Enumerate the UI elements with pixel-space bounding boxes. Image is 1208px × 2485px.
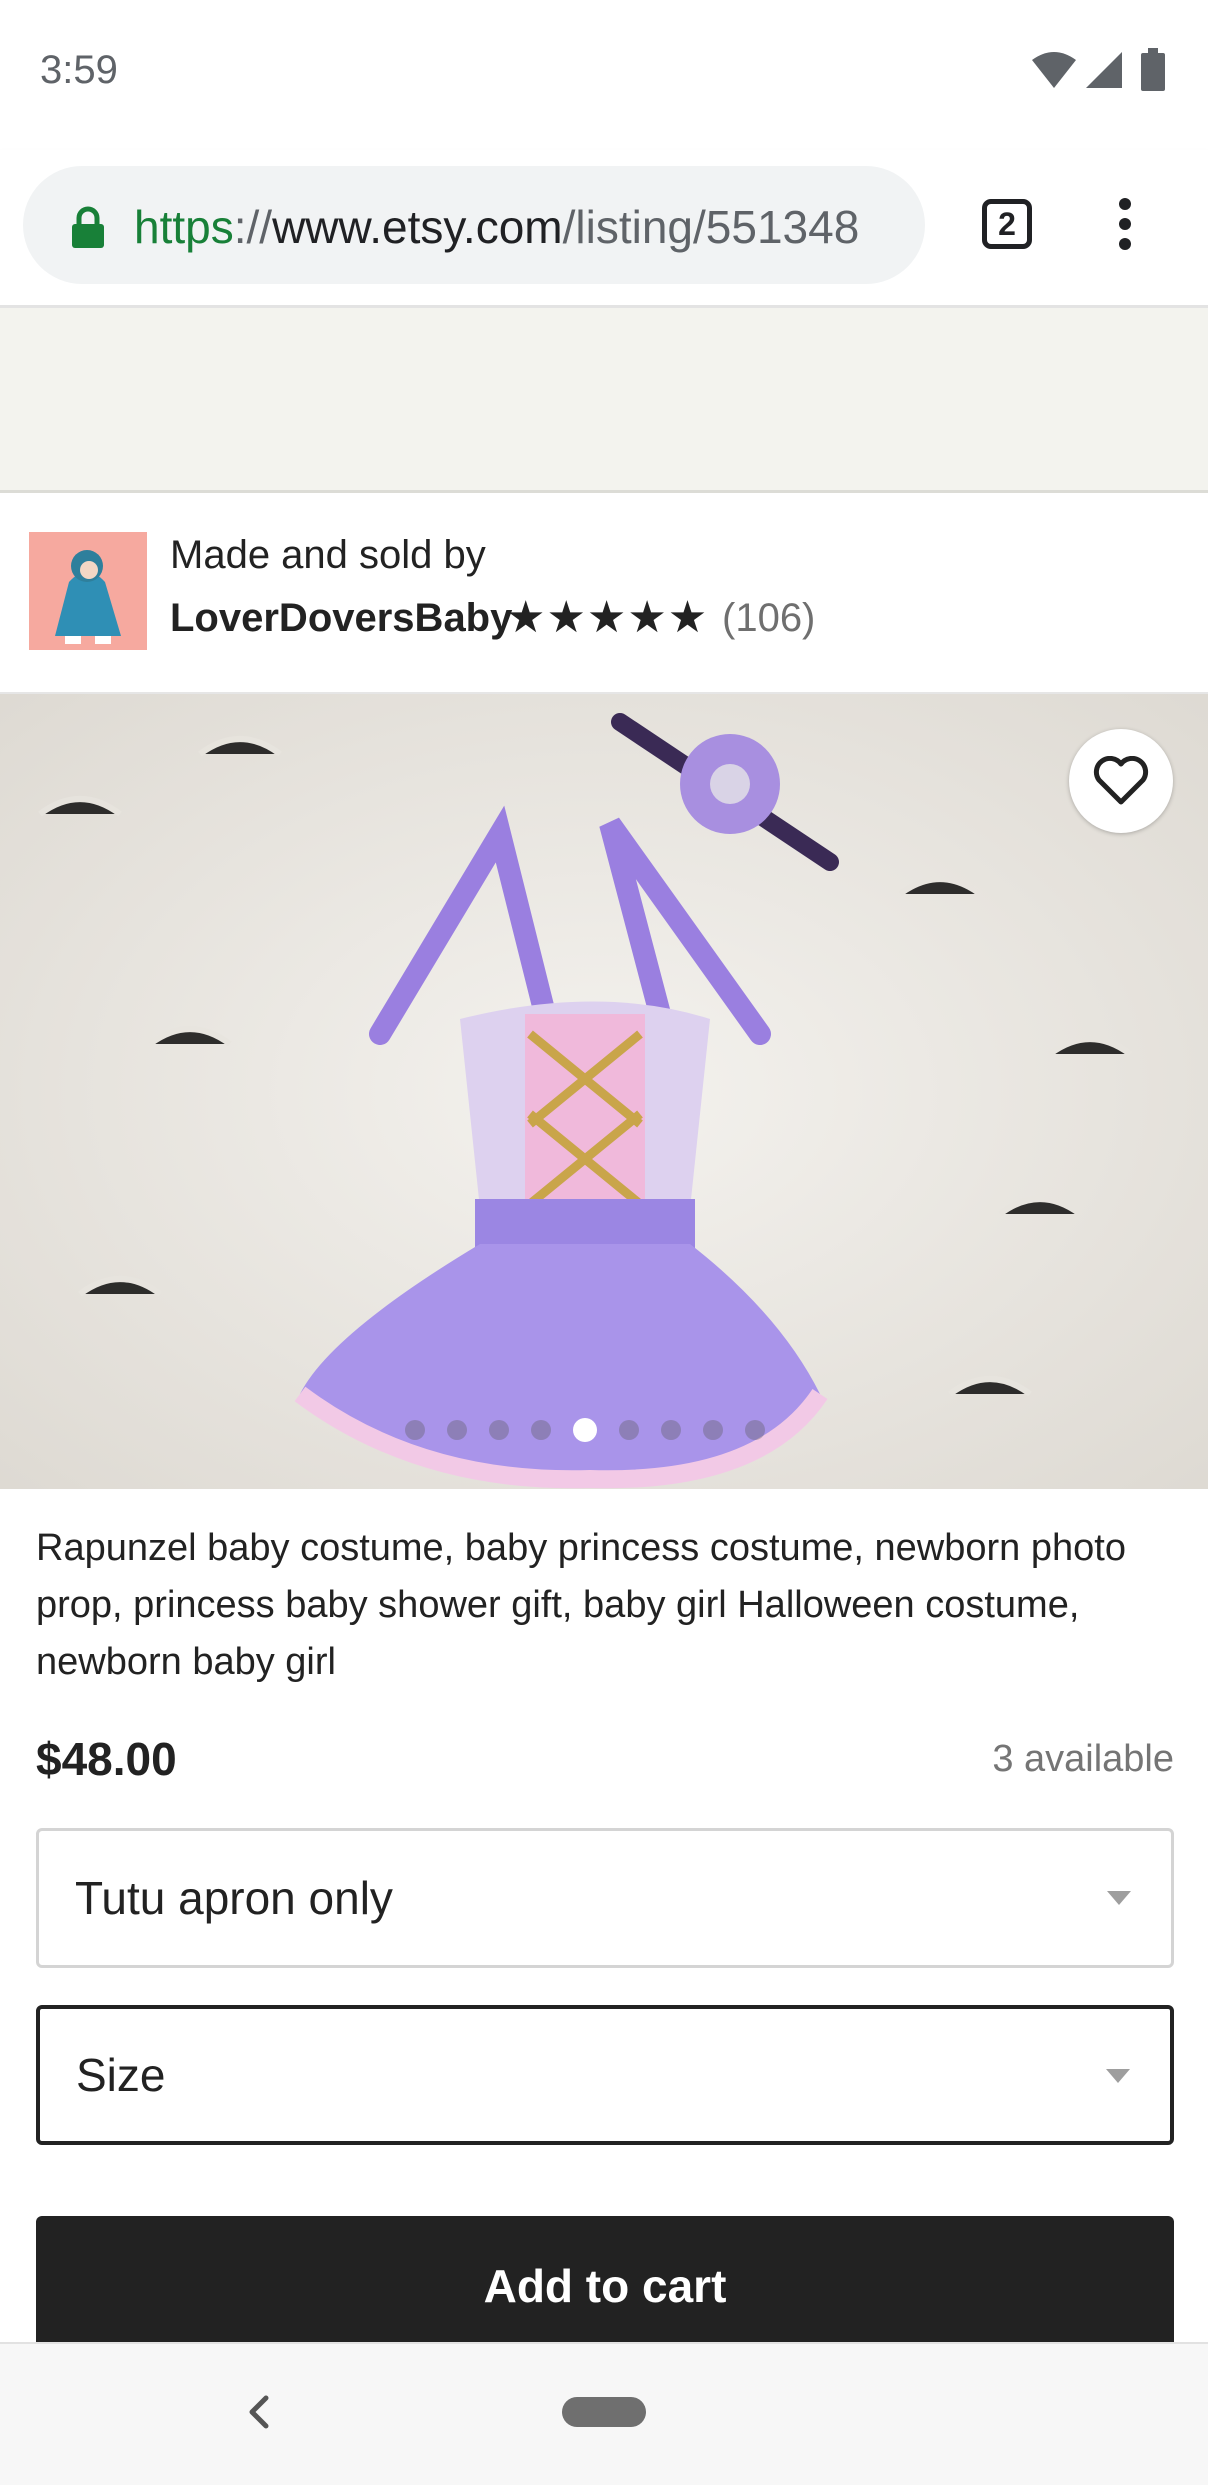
url-host: www.etsy.com [272, 201, 563, 253]
chevron-down-icon [1107, 1891, 1131, 1905]
carousel-dot[interactable] [745, 1420, 765, 1440]
carousel-dot[interactable] [619, 1420, 639, 1440]
carousel-dot[interactable] [447, 1420, 467, 1440]
carousel-dot[interactable] [405, 1420, 425, 1440]
heart-icon [1093, 756, 1149, 805]
carousel-dots[interactable] [405, 1418, 805, 1442]
carousel-dot-active[interactable] [573, 1418, 597, 1442]
top-banner [0, 308, 1208, 493]
chevron-down-icon [1106, 2069, 1130, 2083]
back-icon[interactable] [240, 2392, 280, 2432]
carousel-dot[interactable] [531, 1420, 551, 1440]
shop-name-link[interactable]: LoverDoversBaby [170, 596, 512, 641]
home-button[interactable] [562, 2397, 646, 2427]
status-time: 3:59 [40, 48, 118, 92]
status-bar [0, 0, 1208, 150]
variation-select[interactable]: Tutu apron only [36, 1828, 1174, 1968]
lock-icon [72, 206, 104, 248]
size-select-value: Size [76, 2049, 166, 2101]
shop-avatar[interactable] [29, 532, 147, 650]
wifi-icon [1032, 52, 1076, 88]
signal-icon [1086, 52, 1122, 88]
url-separator: :// [233, 201, 273, 253]
carousel-dot[interactable] [489, 1420, 509, 1440]
listing-title: Rapunzel baby costume, baby princess cos… [36, 1527, 1126, 1683]
review-count[interactable]: (106) [722, 596, 815, 641]
tab-switcher-button[interactable]: 2 [982, 199, 1032, 249]
menu-icon[interactable] [1110, 196, 1140, 252]
carousel-dot[interactable] [661, 1420, 681, 1440]
made-by-label: Made and sold by [170, 533, 486, 577]
carousel-dot[interactable] [703, 1420, 723, 1440]
add-to-cart-button[interactable]: Add to cart [36, 2216, 1174, 2344]
url-text[interactable]: https://www.etsy.com/listing/551348 [134, 199, 904, 255]
rating-stars: ★★★★★ [506, 593, 709, 642]
size-select[interactable]: Size [36, 2005, 1174, 2145]
favorite-button[interactable] [1069, 729, 1173, 833]
variation-select-value: Tutu apron only [75, 1872, 393, 1924]
url-path: /listing/551348 [562, 201, 860, 253]
availability-text: 3 available [992, 1738, 1174, 1780]
price: $48.00 [36, 1733, 177, 1785]
product-image[interactable] [0, 692, 1208, 1489]
battery-icon [1141, 48, 1165, 91]
url-scheme: https [134, 201, 234, 253]
